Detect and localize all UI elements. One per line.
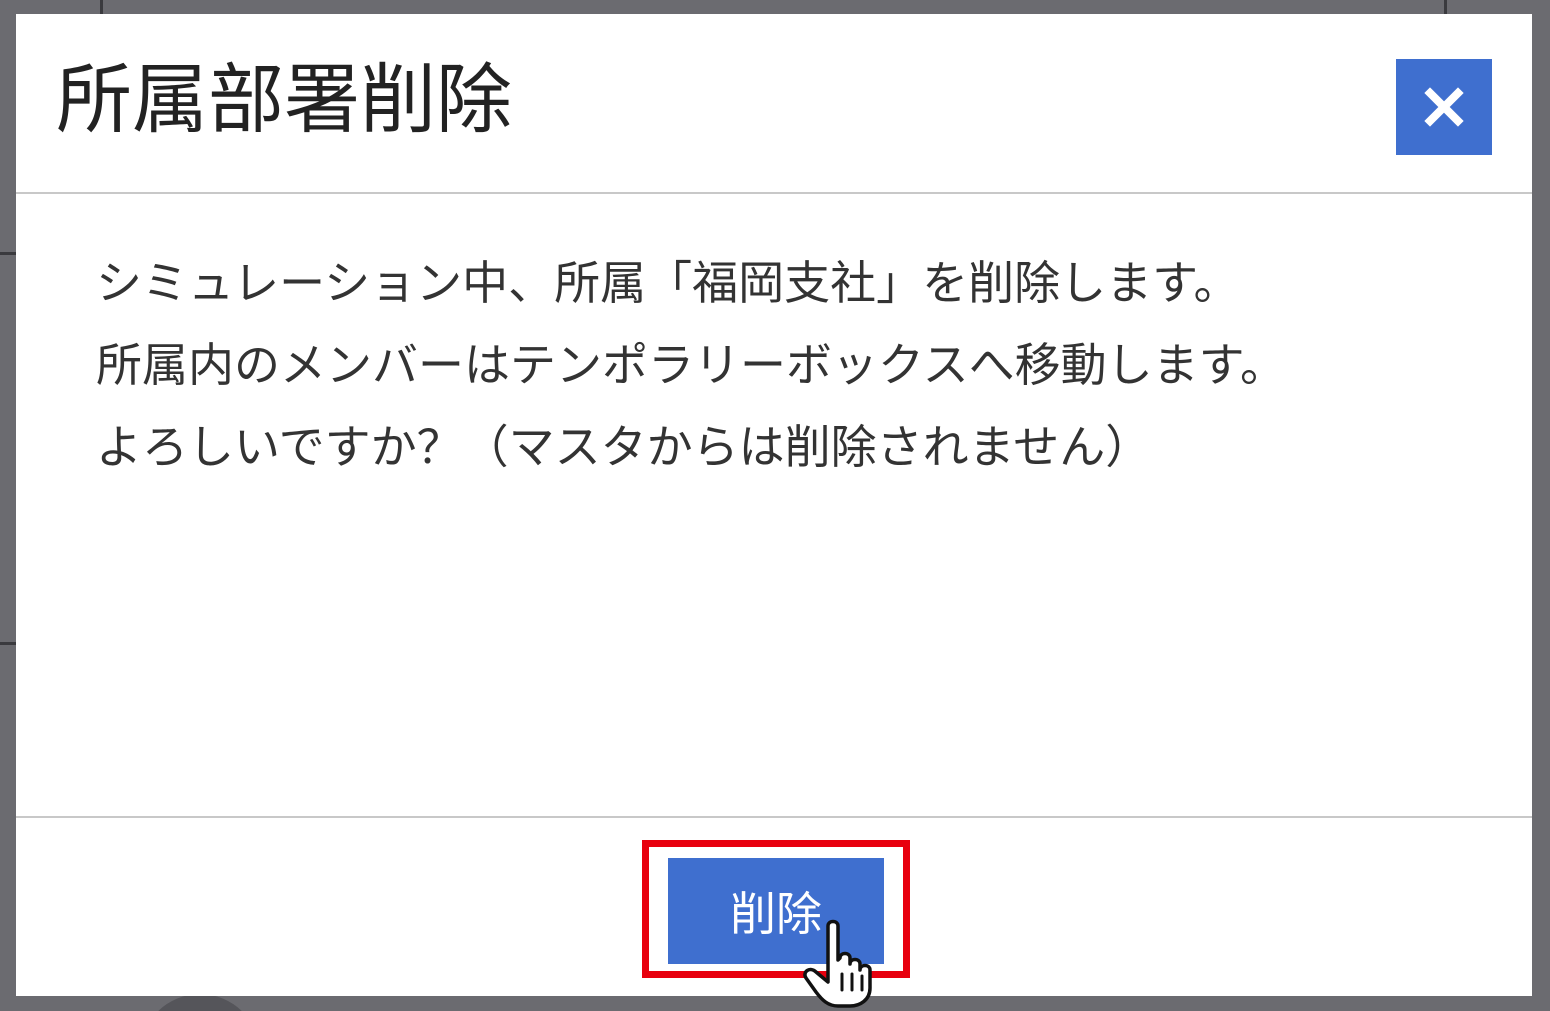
dialog-header: 所属部署削除 (16, 14, 1532, 194)
close-button[interactable] (1396, 59, 1492, 155)
hand-pointer-icon (803, 919, 872, 1008)
background-divider (0, 252, 16, 255)
background-divider (1444, 0, 1447, 14)
dialog-title: 所属部署削除 (56, 55, 512, 144)
close-icon (1424, 87, 1464, 127)
confirmation-message: シミュレーション中、所属「福岡支社」を削除します。 所属内のメンバーはテンポラリ… (96, 242, 1286, 488)
message-line: よろしいですか？（マスタからは削除されません） (96, 420, 1152, 474)
background-divider (100, 0, 103, 14)
message-line: 所属内のメンバーはテンポラリーボックスへ移動します。 (96, 338, 1287, 392)
delete-department-dialog: 所属部署削除 シミュレーション中、所属「福岡支社」を削除します。 所属内のメンバ… (16, 14, 1532, 996)
dialog-body: シミュレーション中、所属「福岡支社」を削除します。 所属内のメンバーはテンポラリ… (16, 194, 1532, 816)
background-divider (0, 642, 16, 645)
dialog-footer: 削除 (16, 816, 1532, 996)
background-avatar (140, 994, 260, 1011)
message-line: シミュレーション中、所属「福岡支社」を削除します。 (96, 256, 1240, 310)
